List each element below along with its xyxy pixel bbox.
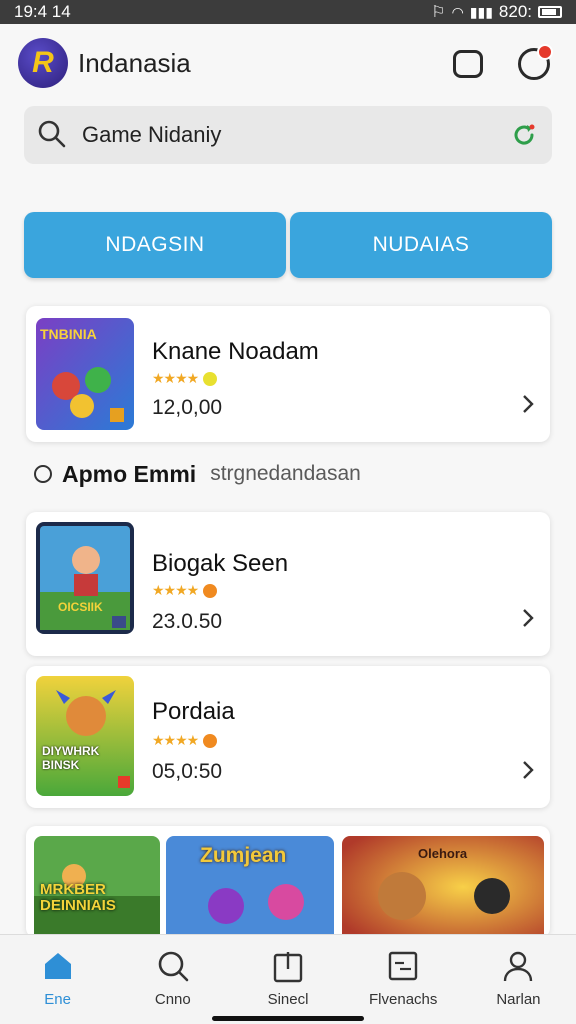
thumb-text: OICSIIK [58,600,103,614]
nav-label: Narlan [496,991,541,1008]
game-thumbnail: OICSIIK [36,522,134,634]
home-indicator[interactable] [212,1016,364,1021]
chevron-right-icon[interactable] [520,760,536,780]
section-subtitle: strgnedandasan [210,462,361,485]
nav-search[interactable]: Cnno [115,935,230,1024]
game-price: 12,0,00 [152,396,223,419]
game-card[interactable]: TNBINIA Knane Noadam ★★★★ 12,0,00 [26,306,550,442]
nav-profile[interactable]: Narlan [461,935,576,1024]
game-title: Biogak Seen [152,550,289,577]
featured-banner[interactable]: MRKBER DEINNIAIS [34,836,160,938]
tab-bar: NDAGSIN NUDAIAS [24,212,552,278]
battery-text: 820: [498,2,532,21]
game-card[interactable]: OICSIIK Biogak Seen ★★★★ 23.0.50 [26,512,550,656]
section-title: Apmo Emmi [62,460,197,487]
app-logo[interactable]: R [18,38,68,88]
search-icon [38,120,66,148]
game-title: Knane Noadam [152,338,319,365]
gift-icon [273,952,303,983]
game-thumbnail: TNBINIA [36,318,134,430]
nav-list[interactable]: Flvenachs [346,935,461,1024]
status-icons: ⚐ ◠ ▮▮▮ 820: [431,2,562,22]
banner-label: MRKBER DEINNIAIS [40,881,116,914]
clipboard-icon [389,951,418,981]
coin-icon [203,733,218,748]
search-icon [158,951,189,982]
signal-icon: ▮▮▮ [469,3,493,20]
home-icon [44,953,71,979]
banner-label: Olehora [418,846,468,861]
chevron-right-icon[interactable] [520,608,536,628]
status-time: 19:4 14 [14,2,71,21]
game-thumbnail: DIYWHRK BINSK [36,676,134,796]
person-icon [504,951,533,982]
nav-label: Cnno [154,991,191,1008]
rating-stars: ★★★★ [152,732,218,749]
rating-stars: ★★★★ [152,370,218,387]
featured-banner-row: MRKBER DEINNIAIS Zumjean Olehora [26,826,550,938]
search-input[interactable]: Game Nidaniy [82,122,221,148]
tab-first[interactable]: NDAGSIN [24,212,286,278]
radio-icon[interactable] [34,465,52,483]
search-bar[interactable]: Game Nidaniy [24,106,552,164]
battery-icon [538,6,562,18]
game-price: 05,0:50 [152,760,223,783]
game-title: Pordaia [152,698,235,725]
game-price: 23.0.50 [152,610,223,633]
tab-second[interactable]: NUDAIAS [290,212,552,278]
nav-label: Ene [44,991,71,1008]
thumb-text: DIYWHRK BINSK [42,744,100,772]
nav-home[interactable]: Ene [0,935,115,1024]
banner-label: Zumjean [200,844,287,867]
featured-banner[interactable]: Zumjean [166,836,334,938]
nav-label: Flvenachs [369,991,438,1008]
game-card[interactable]: DIYWHRK BINSK Pordaia ★★★★ 05,0:50 [26,666,550,808]
coin-icon [203,371,218,386]
section-header: Apmo Emmi strgnedandasan [34,458,361,490]
nfc-icon: ⚐ [431,4,446,21]
featured-banner[interactable]: Olehora [342,836,544,938]
logo-letter: R [32,46,54,79]
nav-gift[interactable]: Sinecl [230,935,345,1024]
app-title: Indanasia [78,48,191,78]
coin-icon [203,583,218,598]
nav-label: Sinecl [267,991,309,1008]
wifi-icon: ◠ [451,3,464,20]
status-bar: 19:4 14 ⚐ ◠ ▮▮▮ 820: [0,0,576,24]
game-art-icon [36,522,134,634]
thumb-text: TNBINIA [40,326,97,342]
window-icon[interactable] [453,50,483,78]
refresh-icon[interactable] [510,121,538,149]
rating-stars: ★★★★ [152,582,218,599]
chevron-right-icon[interactable] [520,394,536,414]
notification-badge [537,44,553,60]
game-art-icon [36,676,134,796]
bottom-nav: Ene Cnno Sinecl Flvenachs Narlan [0,934,576,1024]
